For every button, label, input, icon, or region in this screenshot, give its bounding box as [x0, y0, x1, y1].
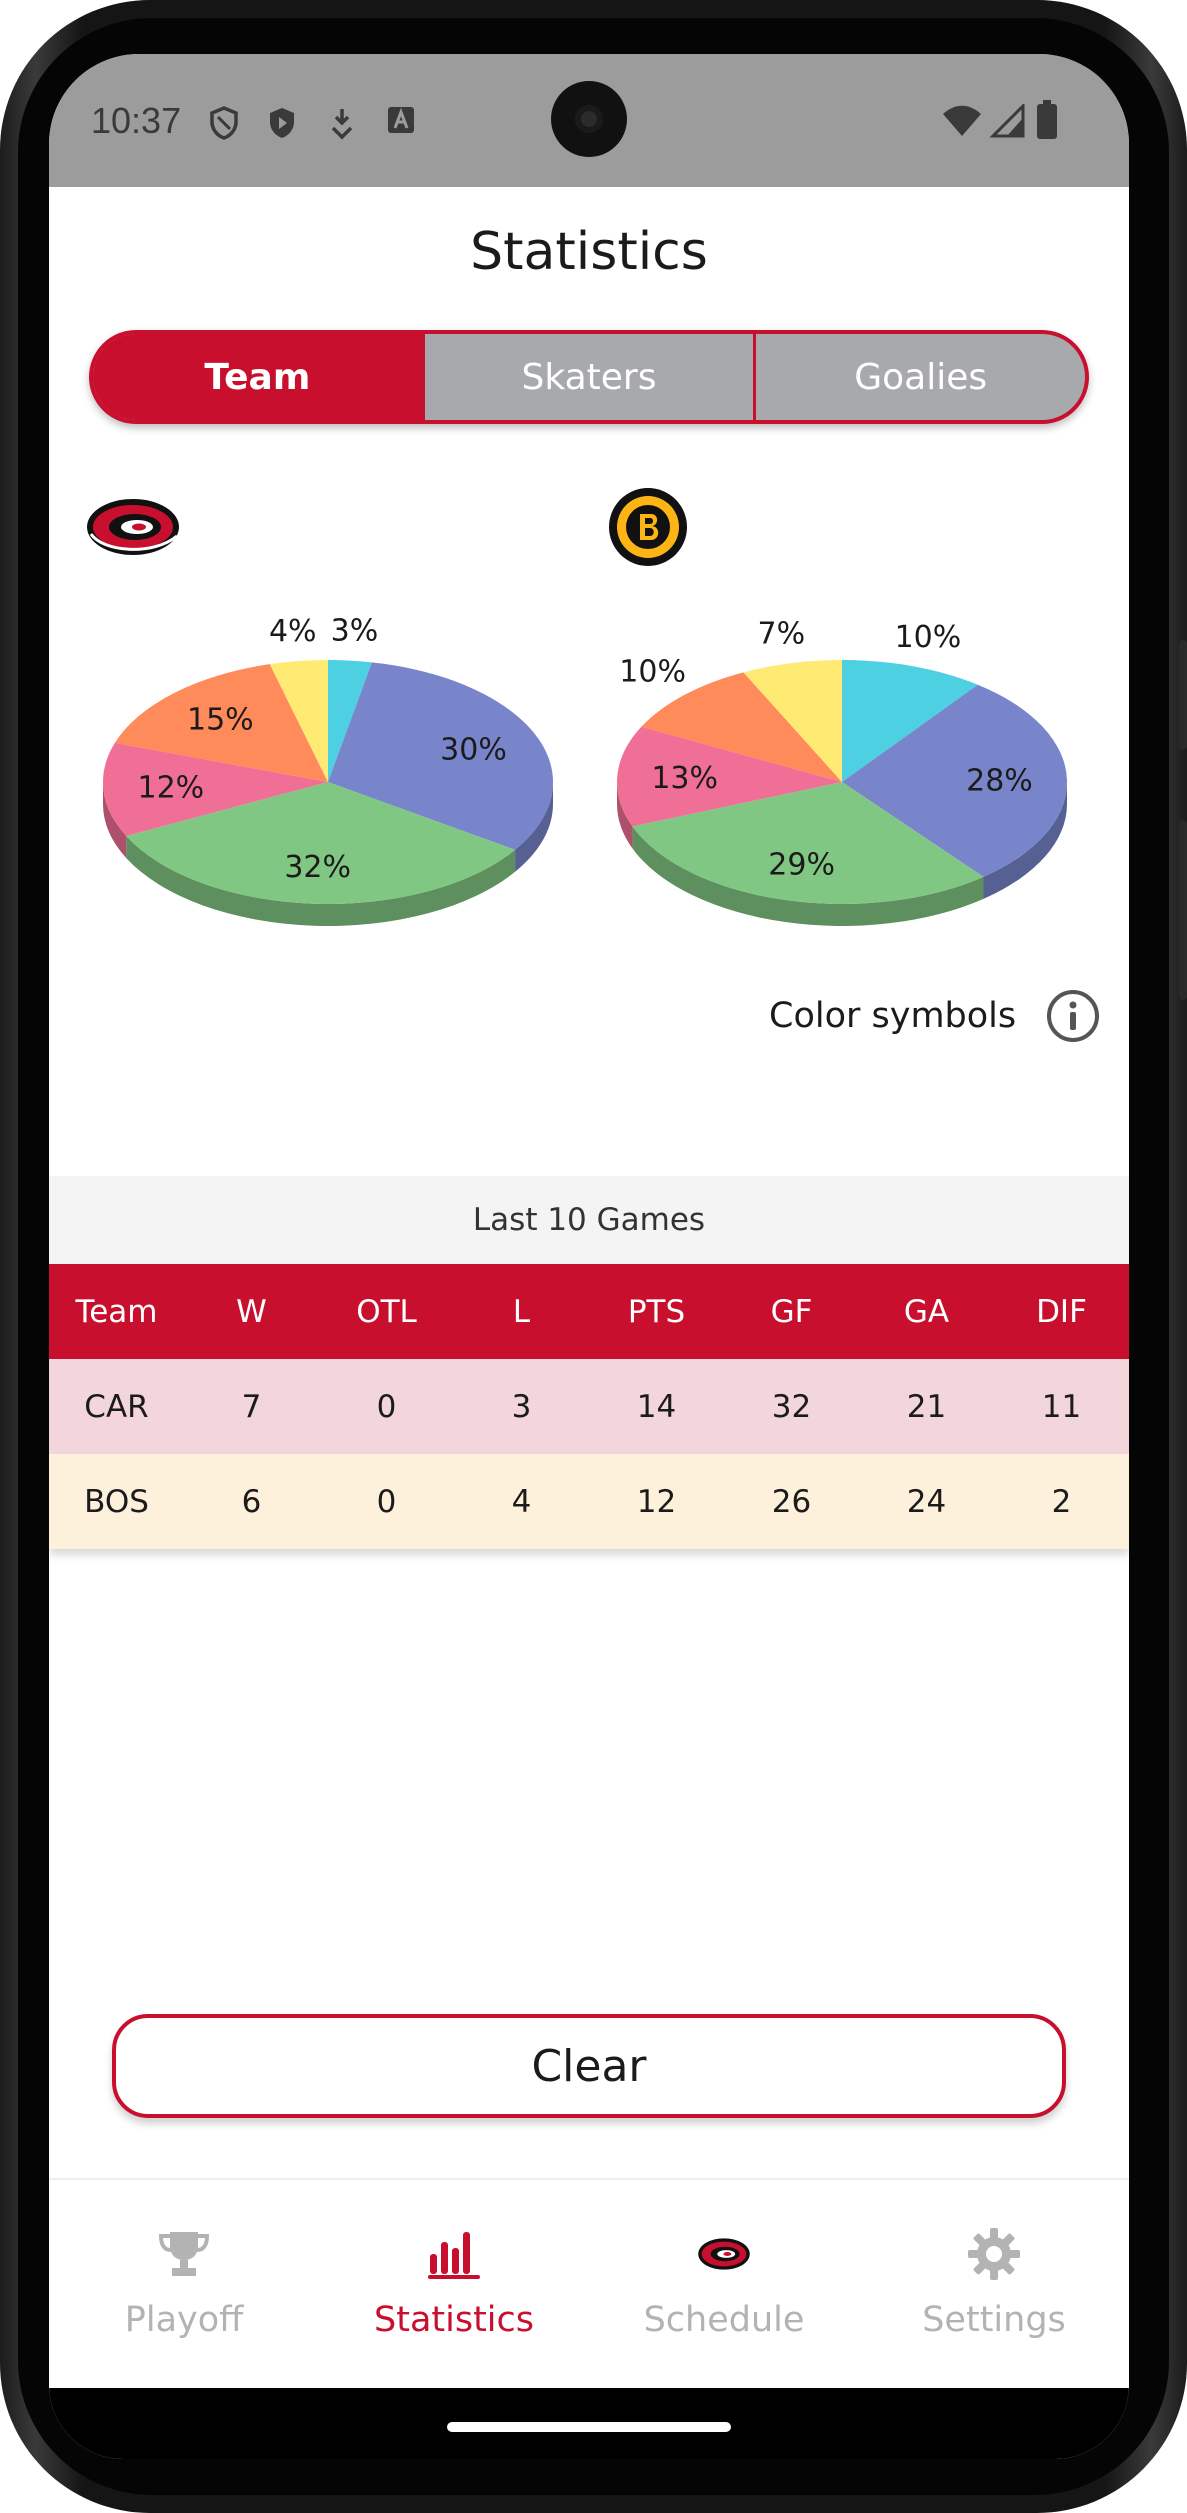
- table-cell: 26: [771, 1483, 812, 1520]
- table-cell: 2: [1051, 1483, 1072, 1520]
- col-header-l: L: [512, 1293, 531, 1330]
- shield-play-icon: [270, 108, 294, 138]
- front-camera: [551, 81, 627, 157]
- pie-data-label: 12%: [137, 771, 204, 806]
- status-bar: 10:37: [49, 54, 1129, 187]
- home-indicator[interactable]: [447, 2422, 731, 2432]
- phone-frame: 10:37 Statistics Team Skaters Goalies 3%…: [0, 0, 1187, 2513]
- table-row-bos: BOS 6 0 4 12 26 24 2: [49, 1454, 1129, 1549]
- col-header-w: W: [236, 1293, 267, 1330]
- color-symbols-link[interactable]: Color symbols: [769, 996, 1016, 1036]
- clear-button[interactable]: Clear: [112, 2014, 1066, 2118]
- table-cell: 24: [906, 1483, 947, 1520]
- table-cell: CAR: [84, 1388, 149, 1425]
- bar-chart-icon: [428, 2232, 480, 2279]
- col-header-otl: OTL: [356, 1293, 417, 1330]
- volume-button: [1179, 640, 1187, 750]
- pie-data-label: 3%: [331, 613, 379, 648]
- table-cell: 21: [906, 1388, 947, 1425]
- pie-data-label: 7%: [758, 616, 806, 651]
- col-header-gf: GF: [770, 1293, 813, 1330]
- info-icon[interactable]: [1045, 988, 1101, 1044]
- nav-label-settings: Settings: [922, 2300, 1066, 2340]
- nav-item-schedule[interactable]: Schedule: [589, 2180, 859, 2388]
- segmented-control: Team Skaters Goalies: [89, 330, 1089, 424]
- table-cell: 12: [636, 1483, 677, 1520]
- table-header-row: Team W OTL L PTS GF GA DIF: [49, 1264, 1129, 1359]
- col-header-team: Team: [75, 1293, 158, 1330]
- table-cell: 0: [376, 1483, 397, 1520]
- pie-data-label: 15%: [187, 703, 254, 738]
- nav-label-playoff: Playoff: [124, 2300, 244, 2340]
- bottom-nav: Playoff Statistics Schedule Settings: [49, 2178, 1129, 2388]
- table-cell: 32: [771, 1388, 812, 1425]
- table-cell: BOS: [84, 1483, 149, 1520]
- table-cell: 4: [511, 1483, 532, 1520]
- hurricanes-logo-icon: [698, 2238, 750, 2270]
- page-title: Statistics: [470, 222, 708, 282]
- table-cell: 6: [241, 1483, 262, 1520]
- trophy-icon: [158, 2232, 210, 2276]
- tab-skaters[interactable]: Skaters: [421, 334, 754, 420]
- pie-data-label: 10%: [619, 655, 686, 690]
- pie-chart-car: 3% 30% 32% 12% 15% 4%: [103, 613, 553, 926]
- table-cell: 11: [1041, 1388, 1082, 1425]
- download-icon: [331, 109, 353, 140]
- pie-data-label: 30%: [440, 732, 507, 767]
- col-header-pts: PTS: [627, 1293, 686, 1330]
- power-button: [1179, 820, 1187, 1000]
- tab-team[interactable]: Team: [93, 334, 422, 420]
- pie-data-label: 32%: [284, 850, 351, 885]
- table-cell: 7: [241, 1388, 262, 1425]
- app-screen: 10:37 Statistics Team Skaters Goalies 3%…: [49, 54, 1129, 2459]
- pie-data-label: 13%: [651, 761, 718, 796]
- col-header-ga: GA: [903, 1293, 950, 1330]
- table-cell: 14: [636, 1388, 677, 1425]
- table-caption: Last 10 Games: [49, 1176, 1129, 1264]
- nav-label-schedule: Schedule: [643, 2300, 805, 2340]
- stats-table: Team W OTL L PTS GF GA DIF CAR 7 0 3 14 …: [49, 1264, 1129, 1549]
- table-cell: 0: [376, 1388, 397, 1425]
- col-header-dif: DIF: [1036, 1293, 1087, 1330]
- nav-label-statistics: Statistics: [374, 2300, 534, 2340]
- tab-goalies[interactable]: Goalies: [753, 334, 1085, 420]
- nav-item-playoff[interactable]: Playoff: [49, 2180, 319, 2388]
- pie-chart-bos: 10% 28% 29% 13% 10% 7%: [617, 616, 1067, 926]
- shield-outline-icon: [210, 106, 238, 140]
- pie-data-label: 4%: [269, 614, 317, 649]
- hurricanes-logo: [87, 499, 179, 555]
- nav-item-settings[interactable]: Settings: [859, 2180, 1129, 2388]
- battery-icon: [1037, 100, 1057, 139]
- table-row-car: CAR 7 0 3 14 32 21 11: [49, 1359, 1129, 1454]
- status-time: 10:37: [91, 100, 182, 141]
- pie-data-label: 29%: [768, 848, 835, 883]
- pie-data-label: 10%: [895, 620, 962, 655]
- gear-icon: [968, 2228, 1020, 2280]
- nav-item-statistics[interactable]: Statistics: [319, 2180, 589, 2388]
- table-cell: 3: [511, 1388, 532, 1425]
- signal-icon: [989, 104, 1025, 138]
- wifi-icon: [943, 105, 981, 136]
- text-a-icon: [388, 107, 414, 133]
- pie-data-label: 28%: [966, 764, 1033, 799]
